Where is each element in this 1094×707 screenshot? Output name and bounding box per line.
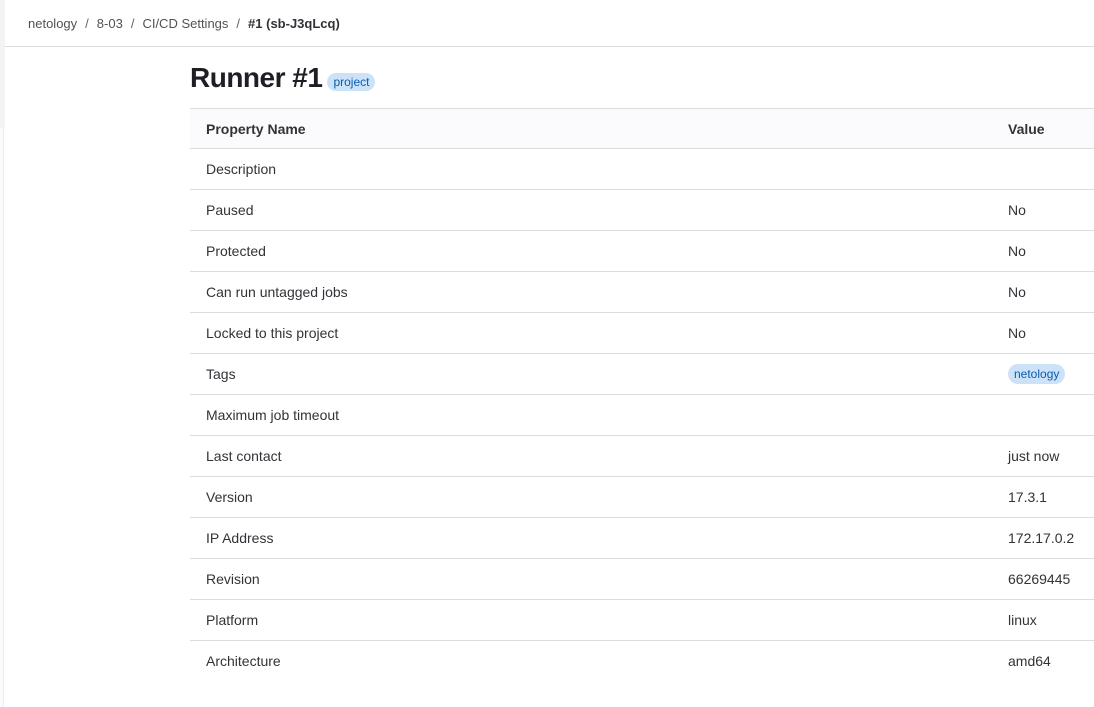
table-row: Version 17.3.1 [190, 477, 1094, 518]
column-header-property-name: Property Name [190, 108, 964, 149]
column-header-value: Value [1008, 120, 1045, 137]
table-row: Tags netology [190, 354, 1094, 395]
table-row: Architecture amd64 [190, 641, 1094, 682]
table-row: Can run untagged jobs No [190, 272, 1094, 313]
page-header: Runner #1 project [190, 60, 376, 96]
property-value-cell: No [1008, 202, 1026, 218]
property-name-cell: Paused [206, 202, 254, 218]
property-name-cell: Tags [206, 366, 236, 382]
breadcrumb-separator: / [130, 16, 135, 31]
table-header-row: Property Name Value [190, 108, 1094, 149]
tag-badge: netology [1008, 364, 1066, 384]
breadcrumb: netology / 8-03 / CI/CD Settings / #1 (s… [28, 16, 340, 31]
property-name-cell: Version [206, 489, 253, 505]
property-name-cell: Architecture [206, 653, 281, 670]
table-row: Paused No [190, 190, 1094, 231]
property-value-cell: No [1008, 284, 1026, 300]
runner-type-badge: project [327, 73, 376, 91]
property-name-cell: Platform [206, 612, 259, 628]
page-title: Runner #1 [190, 62, 323, 93]
top-bar: netology / 8-03 / CI/CD Settings / #1 (s… [5, 0, 1094, 47]
breadcrumb-item-project[interactable]: 8-03 [97, 16, 123, 31]
property-value-cell: amd64 [1008, 653, 1051, 670]
property-name-cell: IP Address [206, 530, 274, 546]
property-value-cell [964, 149, 1094, 190]
table-row: IP Address 172.17.0.2 [190, 518, 1094, 559]
table-row: Platform linux [190, 600, 1094, 641]
breadcrumb-item-current[interactable]: #1 (sb-J3qLcq) [248, 16, 340, 31]
property-name-cell: Last contact [206, 448, 282, 464]
property-value-cell: netology [964, 354, 1094, 395]
table-row: Description [190, 149, 1094, 190]
property-value-cell: just now [1008, 448, 1060, 464]
breadcrumb-item-cicd-settings[interactable]: CI/CD Settings [142, 16, 228, 31]
property-name-cell: Can run untagged jobs [206, 284, 348, 300]
property-name-cell: Description [206, 161, 277, 177]
property-name-cell: Revision [206, 571, 260, 587]
property-value-cell: No [1008, 243, 1026, 259]
table-row: Revision 66269445 [190, 559, 1094, 600]
property-value-cell: 172.17.0.2 [1008, 530, 1075, 546]
breadcrumb-item-group[interactable]: netology [28, 16, 77, 31]
property-value-cell [964, 395, 1094, 436]
table-row: Locked to this project No [190, 313, 1094, 354]
table-row: Last contact just now [190, 436, 1094, 477]
breadcrumb-separator: / [236, 16, 241, 31]
property-value-cell: 66269445 [1008, 571, 1071, 587]
breadcrumb-separator: / [85, 16, 89, 31]
property-value-cell: linux [1008, 612, 1037, 628]
runner-properties-table: Property Name Value Description Paused No P… [190, 108, 1094, 682]
property-value-cell: No [1008, 325, 1026, 341]
property-name-cell: Protected [206, 243, 266, 259]
property-name-cell: Locked to this project [206, 325, 339, 341]
table-row: Protected No [190, 231, 1094, 272]
property-value-cell: 17.3.1 [1008, 489, 1047, 505]
table-row: Maximum job timeout [190, 395, 1094, 436]
property-name-cell: Maximum job timeout [206, 407, 340, 423]
